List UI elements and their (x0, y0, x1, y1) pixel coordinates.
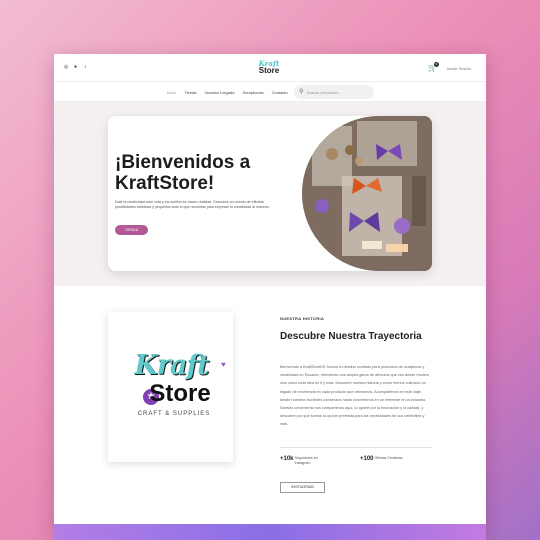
instagram-icon[interactable]: ◎ (64, 65, 69, 70)
stat-followers: +10k Seguidores en Instagram (280, 456, 325, 466)
brand-kraft-text: Kraft (134, 350, 209, 381)
nav-links: Inicio Tienda Ocasión Llegada Scrapbooks… (167, 90, 288, 95)
stat-offers: +100 Ofertas Creativas (360, 456, 405, 462)
top-bar: ◎ ● ♪ Kraft Store 🛒 0 Iniciar Sesión (54, 54, 486, 82)
social-links: ◎ ● ♪ (64, 65, 89, 70)
shop-button[interactable]: TIENDA (115, 225, 148, 235)
stat-value: +10k (280, 456, 294, 462)
nav-item-ocasion[interactable]: Ocasión Llegada (204, 90, 234, 95)
hero-image (302, 116, 432, 271)
cart-count-badge: 0 (434, 62, 439, 67)
search-icon: ⚲ (299, 89, 304, 95)
search-input[interactable]: Buscar productos... (307, 90, 341, 95)
login-link[interactable]: Iniciar Sesión (447, 66, 471, 71)
brand-logo-card: Kraft ♥ ★ Store CRAFT & SUPPLIES (108, 312, 233, 462)
story-eyebrow: NUESTRA HISTORIA (280, 316, 325, 321)
scrapbook-stickers-illustration (302, 116, 432, 271)
footer-band (54, 524, 486, 540)
nav-item-scrapbooks[interactable]: Scrapbooks (242, 90, 263, 95)
nav-item-tienda[interactable]: Tienda (184, 90, 196, 95)
browser-page: ◎ ● ♪ Kraft Store 🛒 0 Iniciar Sesión Ini… (54, 54, 486, 540)
story-title: Descubre Nuestra Trayectoria (280, 331, 422, 342)
logo-store-text: Store (258, 66, 280, 75)
facebook-icon[interactable]: ● (74, 65, 79, 70)
stat-label: Seguidores en Instagram (294, 456, 318, 465)
hero-title: ¡Bienvenidos a KraftStore! (115, 152, 251, 194)
instagram-button[interactable]: INSTAGRAM (280, 482, 325, 493)
heart-icon: ♥ (221, 360, 226, 369)
brand-store-text: Store (149, 380, 211, 407)
story-body: Bienvenido a KraftStoreKD Somos tu desti… (280, 365, 430, 427)
hero-description: Dale la creatividad color vida y los sue… (115, 200, 270, 209)
stat-value: +100 (360, 456, 374, 462)
nav-item-contacto[interactable]: Contacto (272, 90, 288, 95)
stat-label: Ofertas Creativas (374, 456, 403, 460)
divider (280, 447, 432, 448)
hero-card: ¡Bienvenidos a KraftStore! Dale la creat… (108, 116, 432, 271)
tiktok-icon[interactable]: ♪ (84, 65, 89, 70)
brand-tagline: CRAFT & SUPPLIES (137, 411, 211, 417)
site-logo[interactable]: Kraft Store (254, 60, 284, 77)
search-bar[interactable]: ⚲ Buscar productos... (294, 85, 374, 99)
main-nav: Inicio Tienda Ocasión Llegada Scrapbooks… (54, 82, 486, 102)
nav-item-inicio[interactable]: Inicio (167, 90, 176, 95)
